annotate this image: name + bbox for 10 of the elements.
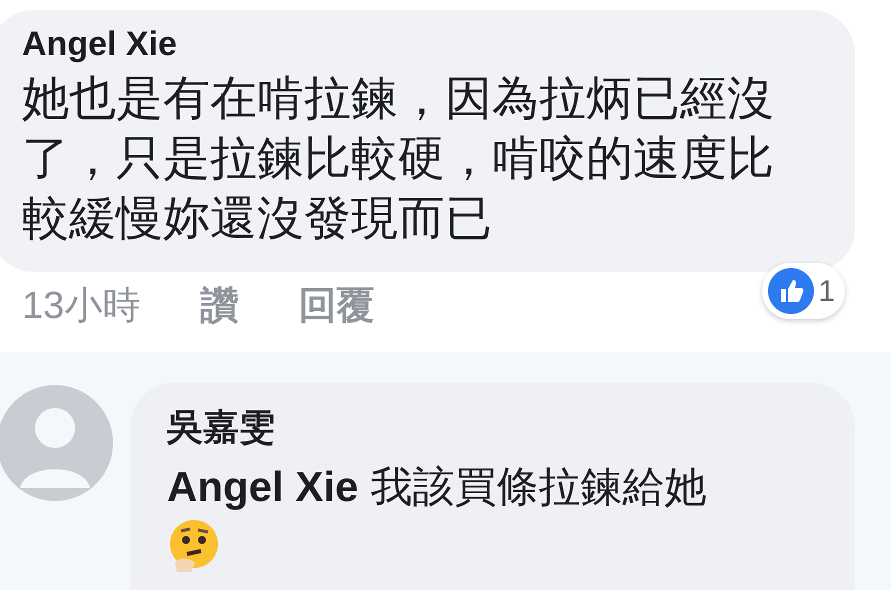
thumbs-up-icon bbox=[768, 268, 814, 314]
timestamp: 13小時 bbox=[22, 284, 140, 328]
thinking-emoji-icon bbox=[167, 519, 221, 573]
author-name[interactable]: Angel Xie bbox=[22, 24, 177, 64]
comment-text: 她也是有在啃拉鍊，因為拉炳已經沒了，只是拉鍊比較硬，啃咬的速度比較緩慢妳還沒發現而已 bbox=[22, 70, 775, 246]
reaction-count: 1 bbox=[818, 274, 835, 310]
reaction-badge[interactable]: 1 bbox=[762, 263, 845, 319]
mention-link[interactable]: Angel Xie bbox=[167, 461, 358, 513]
reply-text: 我該買條拉鍊給她 bbox=[370, 462, 706, 512]
reply-author-name[interactable]: 吳嘉雯 bbox=[167, 405, 275, 449]
